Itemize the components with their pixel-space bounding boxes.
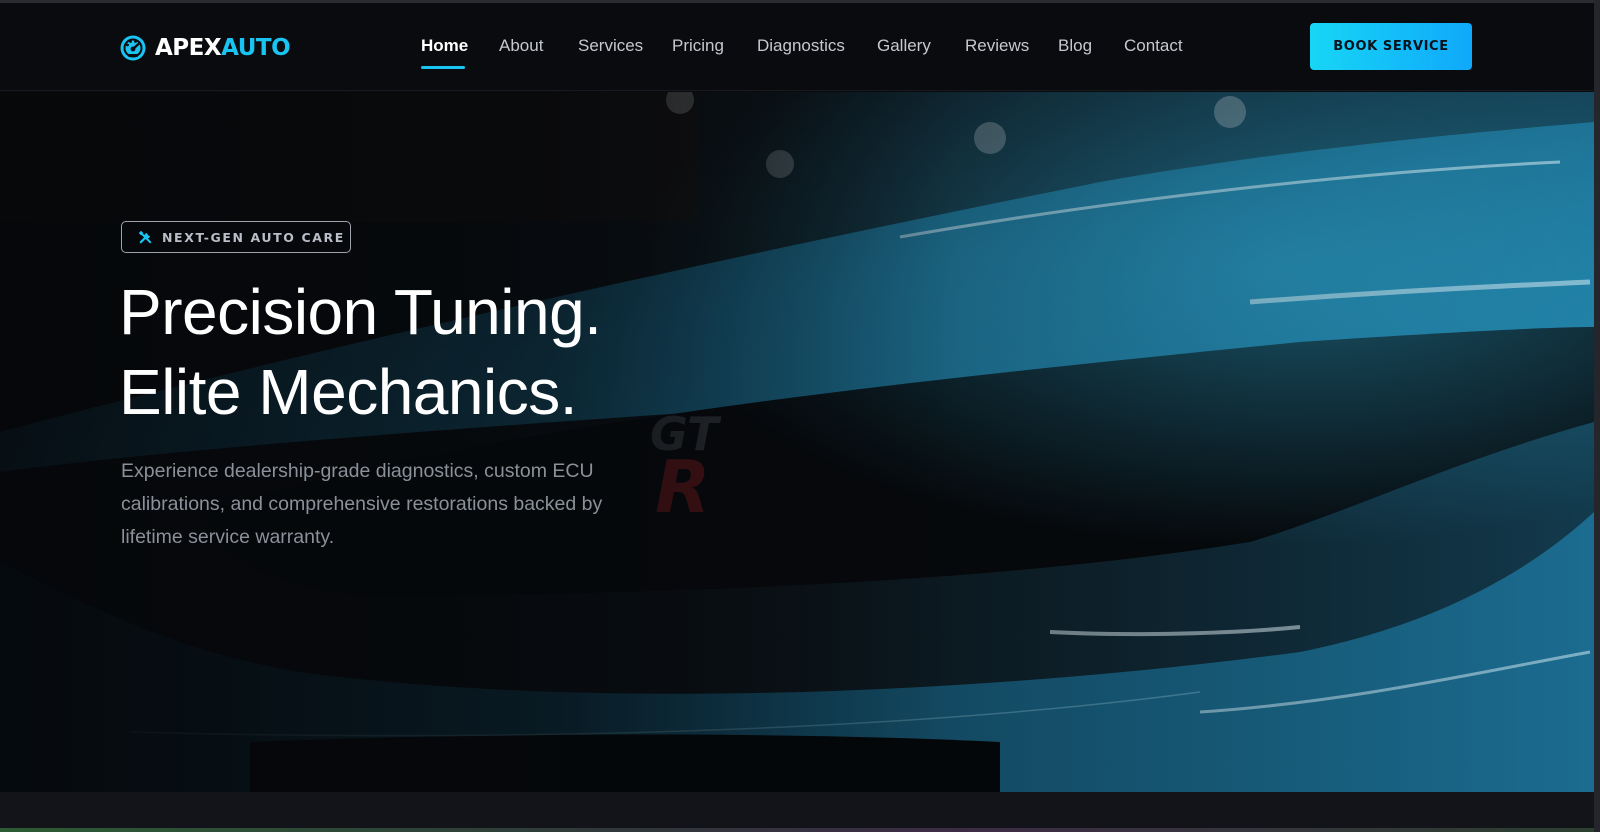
nav-link-blog[interactable]: Blog	[1058, 36, 1092, 56]
nav-link-reviews[interactable]: Reviews	[965, 36, 1029, 56]
hero-section: GT R NEXT-GEN AUTO CARE Precision Tuning…	[0, 92, 1594, 792]
nav-link-gallery[interactable]: Gallery	[877, 36, 931, 56]
next-section-strip	[0, 792, 1594, 829]
nav-link-home[interactable]: Home	[421, 36, 468, 56]
window-scrollbar-track[interactable]	[1594, 0, 1600, 832]
hero-content: NEXT-GEN AUTO CARE Precision Tuning. Eli…	[0, 92, 1594, 792]
nav-link-about[interactable]: About	[499, 36, 543, 56]
active-nav-indicator	[421, 66, 465, 69]
book-service-button[interactable]: BOOK SERVICE	[1310, 23, 1472, 70]
hero-badge-text: NEXT-GEN AUTO CARE	[162, 229, 345, 245]
hero-title: Precision Tuning. Elite Mechanics.	[119, 272, 602, 432]
hero-description: Experience dealership-grade diagnostics,…	[121, 460, 603, 548]
navbar: APEXAUTO Home About Services Pricing Dia…	[0, 3, 1594, 91]
nav-link-contact[interactable]: Contact	[1124, 36, 1183, 56]
nav-link-diagnostics[interactable]: Diagnostics	[757, 36, 845, 56]
hero-badge: NEXT-GEN AUTO CARE	[121, 221, 351, 253]
nav-link-services[interactable]: Services	[578, 36, 643, 56]
hero-title-line2: Elite Mechanics.	[119, 356, 577, 428]
tools-icon	[139, 230, 152, 243]
nav-link-pricing[interactable]: Pricing	[672, 36, 724, 56]
window-bottom-edge	[0, 828, 1600, 832]
hero-title-line1: Precision Tuning.	[119, 276, 602, 348]
